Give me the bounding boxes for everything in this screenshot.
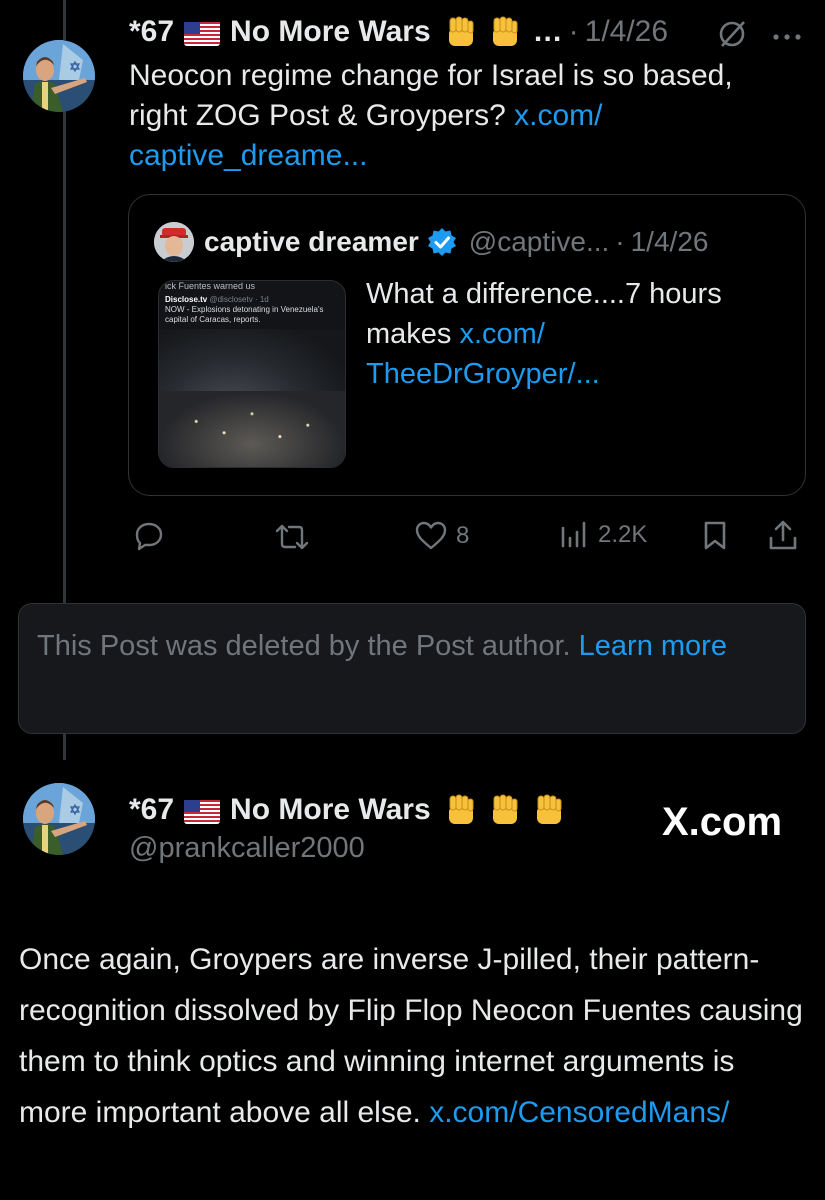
quote-link-cont[interactable]: TheeDrGroyper/... (366, 358, 600, 390)
post2-author-prefix[interactable]: *67 (129, 793, 174, 827)
repost-button[interactable] (274, 522, 310, 552)
post2-handle[interactable]: @prankcaller2000 (129, 832, 365, 865)
city-lights-image (159, 391, 345, 467)
views-button[interactable]: 2.2K (560, 520, 647, 550)
post1-text: Neocon regime change for Israel is so ba… (129, 56, 799, 176)
quote-header: captive dreamer @captive... · 1/4/26 (204, 226, 709, 258)
post2-link[interactable]: x.com/CensoredMans/ (429, 1096, 729, 1129)
verified-badge-icon (427, 227, 457, 257)
x-com-watermark: X.com (662, 800, 783, 844)
post1-link[interactable]: x.com/ (514, 99, 602, 132)
like-button[interactable]: 8 (414, 520, 469, 552)
repost-icon (274, 522, 310, 552)
thread-line-bottom (63, 734, 66, 760)
raised-fist-icon (443, 792, 479, 828)
post1-author-name[interactable]: No More Wars (230, 15, 431, 49)
avatar[interactable] (23, 40, 95, 112)
quote-date[interactable]: 1/4/26 (631, 226, 709, 258)
deleted-message: This Post was deleted by the Post author… (37, 630, 571, 662)
raised-fist-icon (531, 792, 567, 828)
share-icon (768, 518, 798, 552)
deleted-post-notice (18, 603, 806, 734)
raised-fist-icon (487, 792, 523, 828)
post2-author-name[interactable]: No More Wars (230, 793, 431, 827)
quote-handle[interactable]: @captive... (469, 226, 609, 258)
us-flag-icon (184, 20, 221, 46)
like-icon (414, 520, 448, 552)
post1-header: *67 No More Wars … · 1/4/26 (129, 14, 669, 50)
more-icon[interactable] (772, 28, 802, 46)
reply-icon (133, 520, 165, 552)
post2-text: Once again, Groypers are inverse J-pille… (19, 934, 809, 1138)
post1-author-ellipsis: … (532, 15, 563, 48)
quote-text: What a difference....7 hours makes x.com… (366, 274, 786, 394)
post1-link-cont[interactable]: captive_dreame... (129, 139, 367, 172)
thumbnail-caption: ick Fuentes warned us (165, 281, 256, 291)
share-button[interactable] (768, 518, 798, 552)
views-icon (560, 520, 588, 550)
post1-date[interactable]: 1/4/26 (585, 15, 668, 49)
grok-icon[interactable] (716, 18, 748, 55)
post1-text-body: Neocon regime change for Israel is so ba… (129, 59, 733, 132)
reply-button[interactable] (133, 520, 165, 552)
bookmark-icon (702, 520, 728, 552)
quote-link[interactable]: x.com/ (459, 318, 544, 350)
thread-line-middle (63, 110, 66, 604)
thumbnail-source-handle: @disclosetv · 1d (209, 295, 269, 304)
avatar[interactable] (23, 783, 95, 855)
quote-media-thumbnail[interactable]: ick Fuentes warned us Disclose.tv @discl… (158, 280, 346, 468)
deleted-post-text: This Post was deleted by the Post author… (37, 626, 777, 666)
us-flag-icon (184, 798, 221, 824)
learn-more-link[interactable]: Learn more (579, 630, 727, 662)
thumbnail-headline: NOW - Explosions detonating in Venezuela… (165, 305, 324, 324)
raised-fist-icon (443, 14, 479, 50)
thread-line-top (63, 0, 66, 40)
raised-fist-icon (487, 14, 523, 50)
bookmark-button[interactable] (702, 520, 728, 552)
thumbnail-source-name: Disclose.tv (165, 295, 208, 304)
quote-avatar[interactable] (154, 222, 194, 262)
like-count: 8 (456, 522, 470, 549)
quote-author-name[interactable]: captive dreamer (204, 226, 419, 258)
views-count: 2.2K (598, 521, 648, 548)
post1-author-prefix[interactable]: *67 (129, 15, 174, 49)
post2-header: *67 No More Wars (129, 790, 567, 830)
